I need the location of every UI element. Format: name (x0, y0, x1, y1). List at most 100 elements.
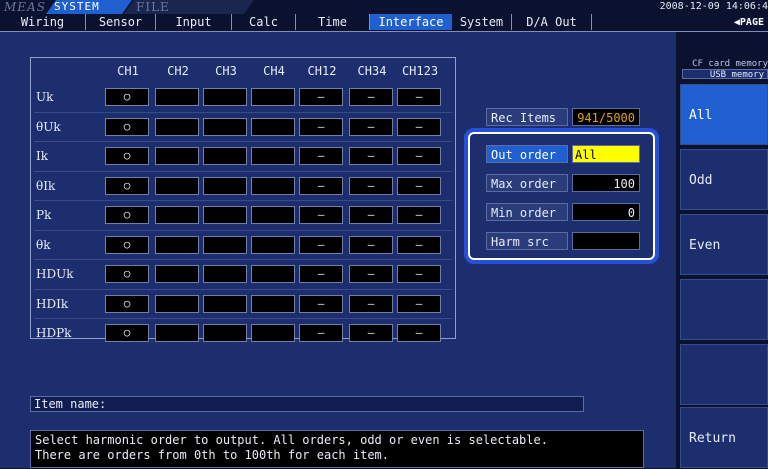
grid-cell[interactable]: ○ (105, 176, 149, 195)
grid-row-label: θk (36, 237, 51, 252)
grid-row-divider (34, 288, 452, 290)
grid-cell[interactable] (251, 294, 295, 313)
grid-cell: — (349, 294, 393, 313)
cf-card-label: CF card memory (692, 59, 768, 69)
page-label: PAGE (739, 17, 764, 28)
grid-cell[interactable] (251, 176, 295, 195)
grid-cell: — (349, 147, 393, 165)
grid-cell[interactable] (251, 147, 295, 165)
grid-cell[interactable] (203, 265, 247, 283)
grid-column-header: CH12 (307, 64, 337, 78)
even-button[interactable]: Even (680, 214, 768, 275)
clock: 2008-12-09 14:06:4 (659, 1, 768, 12)
grid-cell: — (299, 206, 343, 224)
grid-row-divider (34, 229, 452, 231)
tab-input[interactable]: Input (156, 14, 232, 30)
grid-row-divider (34, 141, 452, 142)
grid-column-header: CH1 (117, 64, 139, 78)
blank-button-2[interactable] (680, 344, 768, 405)
max-order-field[interactable]: 100 (572, 174, 640, 192)
grid-cell[interactable] (155, 176, 199, 195)
grid-cell: — (397, 206, 441, 224)
grid-cell[interactable] (203, 88, 247, 106)
grid-cell[interactable] (155, 117, 199, 136)
grid-row-label: Uk (36, 90, 54, 104)
grid-row-divider (34, 259, 452, 260)
grid-cell: — (397, 147, 441, 165)
grid-cell[interactable] (203, 147, 247, 165)
tab-sensor[interactable]: Sensor (86, 14, 156, 30)
blank-button-1[interactable] (680, 279, 768, 340)
tab-calc[interactable]: Calc (232, 14, 296, 30)
grid-cell[interactable]: ○ (105, 265, 149, 283)
grid-cell: — (349, 117, 393, 136)
grid-cell: — (299, 88, 343, 106)
grid-column-header: CH4 (263, 64, 285, 78)
harm-src-label: Harm src (486, 232, 568, 250)
grid-cell[interactable]: ○ (105, 324, 149, 342)
tab-interface[interactable]: Interface (370, 14, 452, 30)
grid-cell[interactable]: ○ (105, 235, 149, 254)
help-message: Select harmonic order to output. All ord… (30, 430, 644, 468)
grid-row-divider (34, 170, 452, 172)
grid-cell[interactable]: ○ (105, 88, 149, 106)
grid-cell[interactable] (251, 324, 295, 342)
grid-row-label: Ik (36, 149, 49, 163)
grid-row-label: HDIk (36, 296, 69, 311)
grid-cell[interactable] (203, 117, 247, 136)
grid-cell[interactable]: ○ (105, 147, 149, 165)
grid-cell[interactable] (251, 265, 295, 283)
odd-button[interactable]: Odd (680, 149, 768, 210)
grid-cell[interactable] (251, 117, 295, 136)
grid-cell: — (397, 88, 441, 106)
tab-wiring[interactable]: Wiring (0, 14, 86, 30)
tab-da-out[interactable]: D/A Out (512, 14, 592, 30)
grid-cell[interactable] (203, 176, 247, 195)
grid-cell[interactable] (155, 324, 199, 342)
grid-cell: — (397, 324, 441, 342)
grid-cell[interactable] (155, 147, 199, 165)
usb-memory-label: USB memory (682, 69, 768, 80)
grid-cell[interactable] (251, 235, 295, 254)
grid-cell[interactable] (203, 206, 247, 224)
rec-items-label: Rec Items (486, 108, 568, 126)
out-order-label: Out order (486, 145, 568, 163)
grid-row-label: θIk (36, 178, 56, 193)
grid-cell: — (349, 176, 393, 195)
grid-row-label: HDUk (36, 267, 74, 281)
grid-cell: — (397, 265, 441, 283)
grid-column-header: CH2 (167, 64, 189, 78)
min-order-field[interactable]: 0 (572, 203, 640, 221)
grid-cell[interactable] (251, 88, 295, 106)
harm-src-field[interactable] (572, 232, 640, 250)
grid-cell[interactable] (155, 294, 199, 313)
grid-cell[interactable] (251, 206, 295, 224)
grid-cell[interactable]: ○ (105, 117, 149, 136)
grid-cell: — (299, 294, 343, 313)
grid-cell[interactable] (203, 294, 247, 313)
mode-meas-tab[interactable]: MEAS (4, 0, 46, 14)
grid-row-label: θUk (36, 119, 61, 134)
tab-system[interactable]: System (452, 14, 512, 30)
grid-cell: — (397, 235, 441, 254)
grid-cell[interactable] (155, 88, 199, 106)
mode-system-tab[interactable]: SYSTEM (46, 0, 132, 14)
return-button[interactable]: Return (680, 407, 768, 468)
grid-cell[interactable] (203, 324, 247, 342)
out-order-field[interactable]: All (572, 145, 640, 163)
all-button[interactable]: All (680, 84, 768, 145)
grid-cell[interactable] (155, 265, 199, 283)
grid-row-label: Pk (36, 208, 52, 222)
mode-file-tab[interactable]: FILE (124, 0, 254, 14)
min-order-label: Min order (486, 203, 568, 221)
page-button[interactable]: ◀PAGE (708, 16, 764, 30)
grid-cell[interactable] (203, 235, 247, 254)
grid-cell: — (299, 324, 343, 342)
grid-cell[interactable]: ○ (105, 294, 149, 313)
tab-time[interactable]: Time (296, 14, 370, 30)
grid-cell[interactable] (155, 235, 199, 254)
grid-cell[interactable] (155, 206, 199, 224)
item-name-label: Item name: (34, 397, 107, 411)
help-line-1: Select harmonic order to output. All ord… (35, 433, 548, 447)
grid-cell[interactable]: ○ (105, 206, 149, 224)
